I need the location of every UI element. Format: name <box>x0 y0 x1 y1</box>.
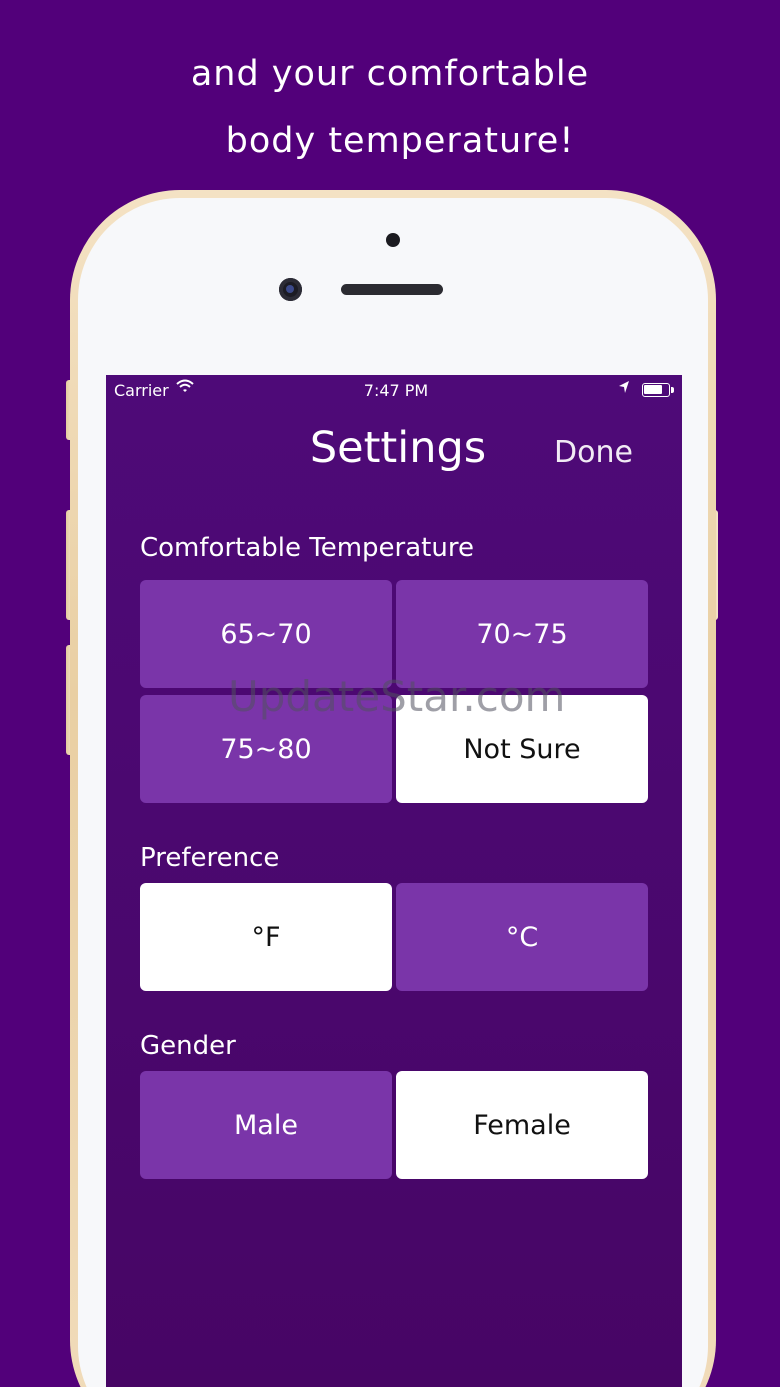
status-time: 7:47 PM <box>363 381 429 400</box>
location-arrow-icon <box>618 380 630 398</box>
temperature-section-label: Comfortable Temperature <box>140 533 474 563</box>
gender-section-label: Gender <box>140 1031 236 1061</box>
status-bar: Carrier 7:47 PM <box>106 375 682 405</box>
temperature-option-not-sure[interactable]: Not Sure <box>396 695 648 803</box>
promo-caption-line-1: and your comfortable <box>190 54 590 94</box>
battery-icon <box>642 383 674 397</box>
earpiece-speaker <box>341 284 443 295</box>
gender-option-male[interactable]: Male <box>140 1071 392 1179</box>
preference-section-label: Preference <box>140 843 280 873</box>
unit-option-fahrenheit[interactable]: °F <box>140 883 392 991</box>
settings-screen: Carrier 7:47 PM Settings Done Comfortabl… <box>106 375 682 1387</box>
proximity-sensor <box>386 233 400 247</box>
temperature-option-70-75[interactable]: 70~75 <box>396 580 648 688</box>
front-camera-icon <box>279 278 302 301</box>
unit-option-celsius[interactable]: °C <box>396 883 648 991</box>
done-button[interactable]: Done <box>554 435 633 470</box>
app-store-screenshot: and your comfortable body temperature! C… <box>0 0 780 1387</box>
temperature-option-65-70[interactable]: 65~70 <box>140 580 392 688</box>
promo-caption-line-2: body temperature! <box>225 121 575 161</box>
gender-option-female[interactable]: Female <box>396 1071 648 1179</box>
temperature-option-75-80[interactable]: 75~80 <box>140 695 392 803</box>
